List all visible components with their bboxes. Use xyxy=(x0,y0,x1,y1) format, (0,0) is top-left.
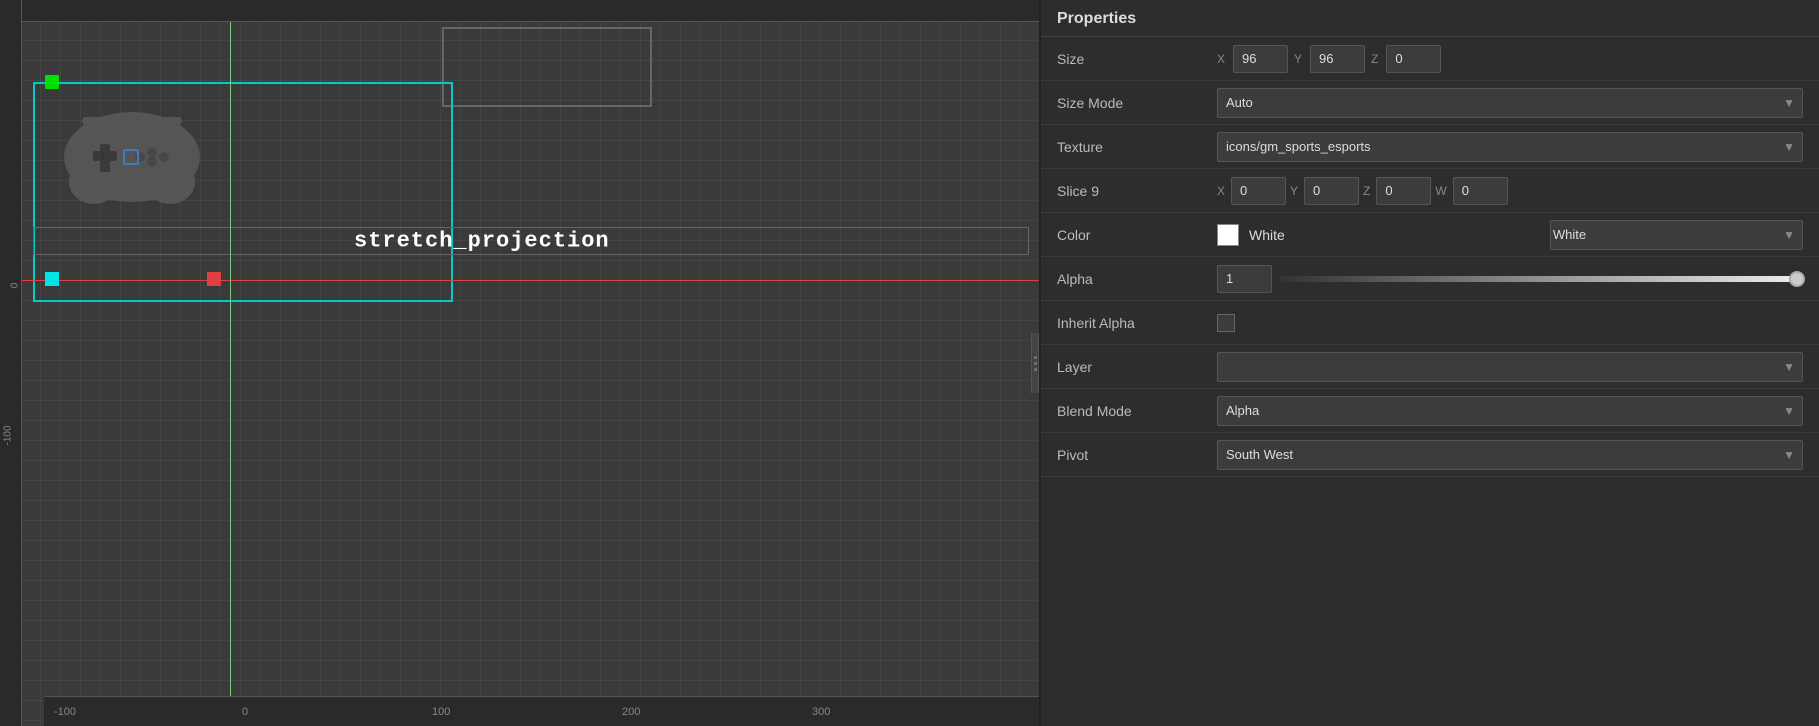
slice9-w-input[interactable] xyxy=(1453,177,1508,205)
slice9-w-label: W xyxy=(1435,184,1446,198)
prop-value-texture: icons/gm_sports_esports ▼ xyxy=(1217,132,1803,162)
prop-row-layer: Layer ▼ xyxy=(1041,345,1819,389)
slice9-x-input[interactable] xyxy=(1231,177,1286,205)
controller-svg: + xyxy=(52,82,212,212)
prop-value-color: White White ▼ xyxy=(1217,220,1803,250)
color-text: White xyxy=(1249,227,1285,243)
color-swatch[interactable] xyxy=(1217,224,1239,246)
layer-select[interactable] xyxy=(1217,352,1803,382)
prop-value-pivot: South West Center North East North South… xyxy=(1217,440,1803,470)
slice9-y-input[interactable] xyxy=(1304,177,1359,205)
prop-row-size: Size X Y Z xyxy=(1041,37,1819,81)
prop-row-texture: Texture icons/gm_sports_esports ▼ xyxy=(1041,125,1819,169)
prop-value-size: X Y Z xyxy=(1217,45,1803,73)
controller-sprite[interactable]: + xyxy=(52,82,212,217)
prop-value-slice9: X Y Z W xyxy=(1217,177,1803,205)
pivot-dropdown-wrapper: South West Center North East North South… xyxy=(1217,440,1803,470)
ruler-mark-100: 100 xyxy=(432,706,450,718)
prop-label-alpha: Alpha xyxy=(1057,271,1217,287)
properties-panel: Properties Size X Y Z Size Mode Auto Man… xyxy=(1039,0,1819,726)
slice9-z-input[interactable] xyxy=(1376,177,1431,205)
ruler-top xyxy=(0,0,1039,22)
size-z-label: Z xyxy=(1371,52,1378,66)
ruler-mark-0: 0 xyxy=(242,706,248,718)
color-dropdown-wrapper: White ▼ xyxy=(1550,220,1803,250)
prop-label-color: Color xyxy=(1057,227,1217,243)
slice9-y-label: Y xyxy=(1290,184,1298,198)
axis-vertical xyxy=(230,22,231,726)
prop-row-inherit-alpha: Inherit Alpha xyxy=(1041,301,1819,345)
alpha-slider-thumb[interactable] xyxy=(1789,271,1805,287)
size-y-input[interactable] xyxy=(1310,45,1365,73)
prop-value-size-mode: Auto Manual Stretch ▼ xyxy=(1217,88,1803,118)
split-handle[interactable] xyxy=(1031,333,1039,393)
prop-label-blend-mode: Blend Mode xyxy=(1057,403,1217,419)
slice9-x-label: X xyxy=(1217,184,1225,198)
prop-row-size-mode: Size Mode Auto Manual Stretch ▼ xyxy=(1041,81,1819,125)
texture-dropdown-wrapper: icons/gm_sports_esports ▼ xyxy=(1217,132,1803,162)
prop-label-pivot: Pivot xyxy=(1057,447,1217,463)
prop-label-layer: Layer xyxy=(1057,359,1217,375)
split-dot-1 xyxy=(1034,356,1037,359)
split-dot-2 xyxy=(1034,362,1037,365)
size-x-label: X xyxy=(1217,52,1225,66)
prop-row-pivot: Pivot South West Center North East North… xyxy=(1041,433,1819,477)
svg-text:+: + xyxy=(98,146,109,166)
stretch-projection-box: stretch_projection xyxy=(33,227,1029,255)
prop-value-alpha xyxy=(1217,265,1803,293)
prop-label-inherit-alpha: Inherit Alpha xyxy=(1057,315,1217,331)
blend-mode-dropdown-wrapper: Alpha Add Multiply Screen ▼ xyxy=(1217,396,1803,426)
ruler-left: 0 -100 xyxy=(0,0,22,726)
panel-title: Properties xyxy=(1041,0,1819,37)
ruler-mark-200: 200 xyxy=(622,706,640,718)
prop-row-color: Color White White ▼ xyxy=(1041,213,1819,257)
prop-label-size-mode: Size Mode xyxy=(1057,95,1217,111)
prop-label-size: Size xyxy=(1057,51,1217,67)
axis-horizontal xyxy=(22,280,1039,281)
slice9-z-label: Z xyxy=(1363,184,1370,198)
rect-outline xyxy=(442,27,652,107)
size-z-input[interactable] xyxy=(1386,45,1441,73)
alpha-slider-track[interactable] xyxy=(1280,276,1803,282)
alpha-input[interactable] xyxy=(1217,265,1272,293)
prop-label-slice9: Slice 9 xyxy=(1057,183,1217,199)
prop-label-texture: Texture xyxy=(1057,139,1217,155)
inherit-alpha-checkbox[interactable] xyxy=(1217,314,1235,332)
size-mode-dropdown-wrapper: Auto Manual Stretch ▼ xyxy=(1217,88,1803,118)
layer-dropdown-wrapper: ▼ xyxy=(1217,352,1803,382)
prop-row-blend-mode: Blend Mode Alpha Add Multiply Screen ▼ xyxy=(1041,389,1819,433)
ruler-left-mark-0: 0 xyxy=(10,283,21,289)
color-select[interactable]: White xyxy=(1550,220,1803,250)
canvas-content: stretch_projection + xyxy=(22,22,1039,726)
prop-value-layer: ▼ xyxy=(1217,352,1803,382)
stretch-label: stretch_projection xyxy=(354,229,610,254)
split-dot-3 xyxy=(1034,368,1037,371)
size-x-input[interactable] xyxy=(1233,45,1288,73)
pivot-select[interactable]: South West Center North East North South… xyxy=(1217,440,1803,470)
size-y-label: Y xyxy=(1294,52,1302,66)
size-mode-select[interactable]: Auto Manual Stretch xyxy=(1217,88,1803,118)
ruler-left-mark-100: -100 xyxy=(2,425,13,445)
ruler-mark-neg100: -100 xyxy=(54,706,76,718)
blend-mode-select[interactable]: Alpha Add Multiply Screen xyxy=(1217,396,1803,426)
prop-value-blend-mode: Alpha Add Multiply Screen ▼ xyxy=(1217,396,1803,426)
handle-cyan[interactable] xyxy=(45,272,59,286)
prop-value-inherit-alpha xyxy=(1217,314,1803,332)
canvas-area[interactable]: 0 -100 stretch_projection xyxy=(0,0,1039,726)
ruler-mark-300: 300 xyxy=(812,706,830,718)
prop-row-alpha: Alpha xyxy=(1041,257,1819,301)
texture-select[interactable]: icons/gm_sports_esports xyxy=(1217,132,1803,162)
handle-red[interactable] xyxy=(207,272,221,286)
handle-green[interactable] xyxy=(45,75,59,89)
prop-row-slice9: Slice 9 X Y Z W xyxy=(1041,169,1819,213)
ruler-bottom: -100 0 100 200 300 xyxy=(44,696,1039,726)
